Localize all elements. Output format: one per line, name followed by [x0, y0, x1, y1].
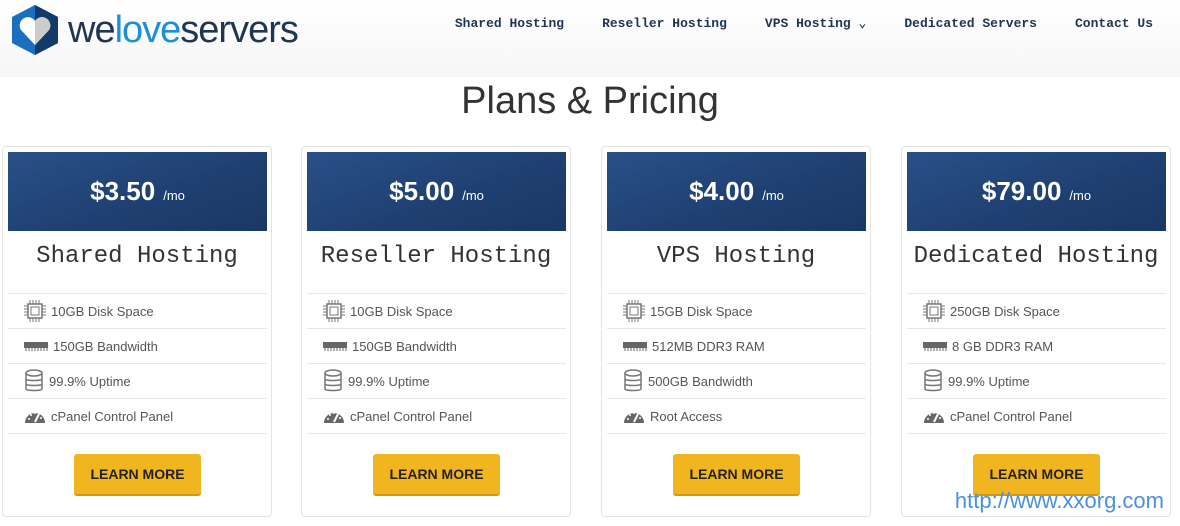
ram-icon [623, 340, 652, 352]
price-band: $4.00/mo [607, 152, 866, 231]
ram-icon [323, 340, 352, 352]
plan-name: Reseller Hosting [320, 243, 552, 270]
page-title: Plans & Pricing [461, 80, 719, 122]
ram-icon [923, 340, 952, 352]
feature-text: 500GB Bandwidth [648, 373, 753, 389]
learn-more-button[interactable]: LEARN MORE [673, 454, 800, 496]
feature-item: cPanel Control Panel [8, 399, 267, 434]
gauge-icon [923, 408, 950, 424]
learn-more-button[interactable]: LEARN MORE [373, 454, 500, 496]
database-icon [323, 369, 348, 393]
nav-reseller-hosting[interactable]: Reseller Hosting [602, 16, 727, 31]
database-icon [623, 369, 648, 393]
feature-list: 250GB Disk Space 8 GB DDR3 RAM 99.9% Uptim… [907, 293, 1166, 434]
feature-item: cPanel Control Panel [907, 399, 1166, 434]
pricing-card: $4.00/mo VPS Hosting 15GB Disk Space 512M… [601, 146, 871, 517]
site-header: weloveservers Shared Hosting Reseller Ho… [0, 0, 1180, 77]
plan-name: VPS Hosting [656, 243, 816, 270]
nav-dedicated-servers[interactable]: Dedicated Servers [904, 16, 1037, 31]
feature-item: 500GB Bandwidth [607, 364, 866, 399]
logo[interactable]: weloveservers [8, 3, 299, 57]
pricing-card: $3.50/mo Shared Hosting 10GB Disk Space 1… [2, 146, 272, 517]
price-period: /mo [1069, 188, 1092, 203]
feature-text: cPanel Control Panel [350, 408, 473, 424]
feature-list: 10GB Disk Space 150GB Bandwidth 99.9% Upti… [8, 293, 267, 434]
price-band: $3.50/mo [8, 152, 267, 231]
feature-item: 15GB Disk Space [607, 294, 866, 329]
feature-text: Root Access [650, 408, 723, 424]
pricing-card: $5.00/mo Reseller Hosting 10GB Disk Spac… [301, 146, 571, 517]
price-period: /mo [762, 188, 784, 203]
database-icon [24, 369, 49, 393]
feature-list: 10GB Disk Space 150GB Bandwidth 99.9% Upti… [307, 293, 566, 434]
feature-item: Root Access [607, 399, 866, 434]
nav-shared-hosting[interactable]: Shared Hosting [455, 16, 564, 31]
feature-text: cPanel Control Panel [51, 408, 174, 424]
database-icon [923, 369, 948, 393]
feature-item: 150GB Bandwidth [307, 329, 566, 364]
price: $4.00 [689, 176, 755, 206]
heart-shield-icon [12, 5, 58, 55]
feature-list: 15GB Disk Space 512MB DDR3 RAM 500GB Bandw… [607, 293, 866, 434]
feature-text: 10GB Disk Space [350, 303, 453, 319]
feature-item: 512MB DDR3 RAM [607, 329, 866, 364]
feature-item: 150GB Bandwidth [8, 329, 267, 364]
feature-item: 99.9% Uptime [907, 364, 1166, 399]
feature-text: 150GB Bandwidth [53, 338, 158, 354]
price-band: $79.00/mo [907, 152, 1166, 231]
feature-text: 8 GB DDR3 RAM [952, 338, 1054, 354]
main-nav: Shared Hosting Reseller Hosting VPS Host… [455, 16, 1180, 31]
feature-item: 250GB Disk Space [907, 294, 1166, 329]
feature-item: 8 GB DDR3 RAM [907, 329, 1166, 364]
feature-item: 99.9% Uptime [307, 364, 566, 399]
price-band: $5.00/mo [307, 152, 566, 231]
price-period: /mo [462, 188, 484, 203]
price-period: /mo [163, 188, 185, 203]
gauge-icon [323, 408, 350, 424]
nav-vps-hosting[interactable]: VPS Hosting ⌄ [765, 16, 866, 31]
logo-text: weloveservers [68, 8, 299, 51]
nav-contact-us[interactable]: Contact Us [1075, 16, 1153, 31]
chip-icon [623, 300, 650, 322]
learn-more-button[interactable]: LEARN MORE [74, 454, 201, 496]
plan-name: Shared Hosting [36, 243, 238, 270]
feature-text: 150GB Bandwidth [352, 338, 457, 354]
gauge-icon [24, 408, 51, 424]
feature-item: 10GB Disk Space [307, 294, 566, 329]
price: $3.50 [90, 176, 156, 206]
chip-icon [24, 300, 51, 322]
feature-item: cPanel Control Panel [307, 399, 566, 434]
ram-icon [24, 340, 53, 352]
chip-icon [323, 300, 350, 322]
feature-text: 99.9% Uptime [348, 373, 430, 389]
gauge-icon [623, 408, 650, 424]
price: $5.00 [389, 176, 455, 206]
feature-text: 99.9% Uptime [948, 373, 1030, 389]
feature-text: 250GB Disk Space [950, 303, 1060, 319]
watermark: http://www.xxorg.com [954, 488, 1164, 513]
plan-name: Dedicated Hosting [913, 243, 1159, 270]
feature-text: 10GB Disk Space [51, 303, 154, 319]
chip-icon [923, 300, 950, 322]
feature-text: 99.9% Uptime [49, 373, 131, 389]
price: $79.00 [981, 176, 1062, 206]
feature-text: 15GB Disk Space [650, 303, 753, 319]
feature-text: cPanel Control Panel [950, 408, 1073, 424]
feature-item: 10GB Disk Space [8, 294, 267, 329]
feature-item: 99.9% Uptime [8, 364, 267, 399]
pricing-card: $79.00/mo Dedicated Hosting 250GB Disk S… [901, 146, 1171, 517]
feature-text: 512MB DDR3 RAM [652, 338, 765, 354]
